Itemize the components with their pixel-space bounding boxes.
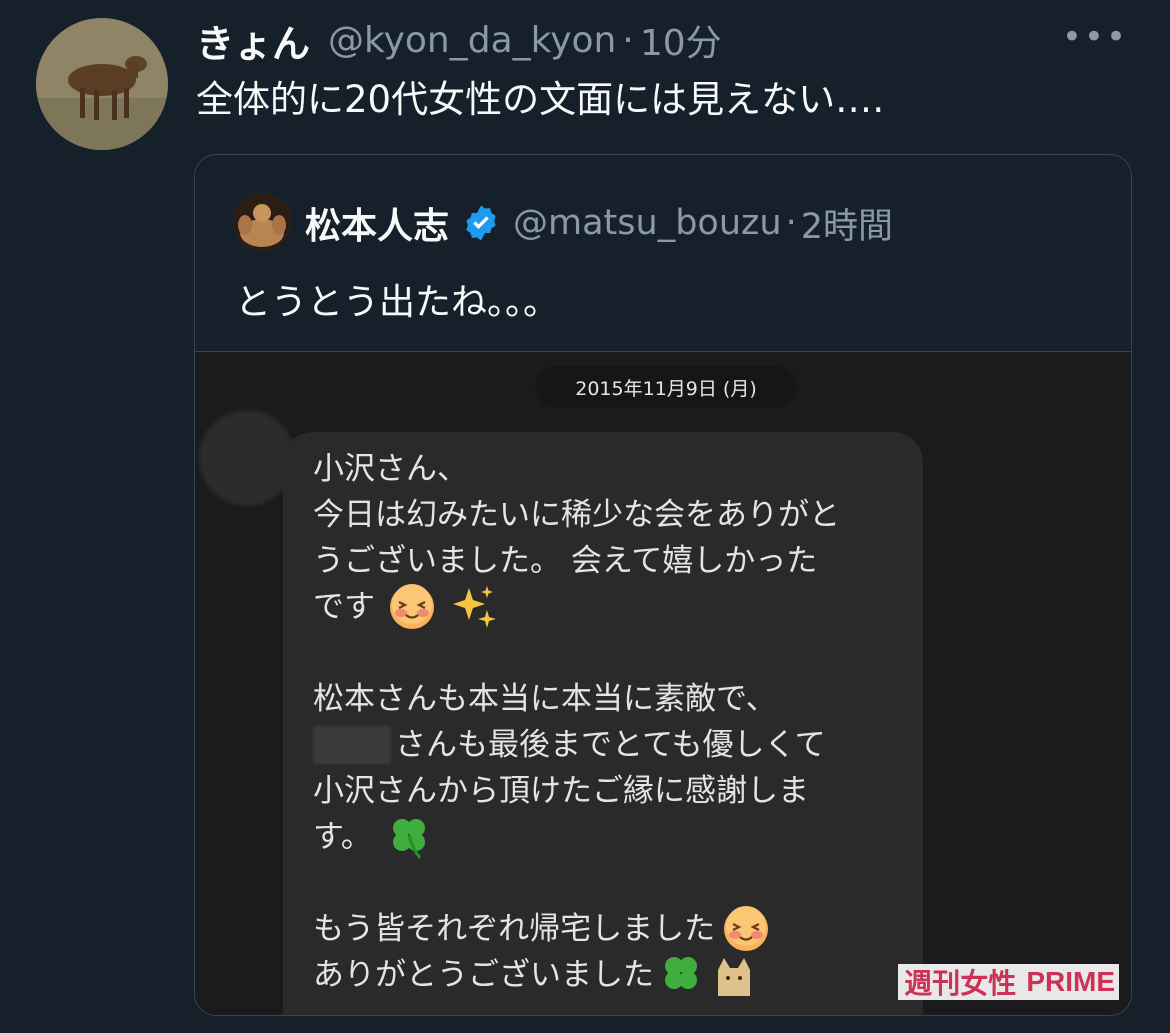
message-line: 今日は幻みたいに稀少な会をありがと [313, 497, 840, 533]
redacted-name [313, 726, 391, 764]
message-line-text: す。 [313, 819, 372, 855]
message-line-text: もう皆それぞれ帰宅しました [313, 911, 716, 947]
message-line [313, 860, 903, 906]
author-name[interactable]: きょん [196, 13, 310, 68]
message-text: 小沢さん、 今日は幻みたいに稀少な会をありがと うございました。 会えて嬉しかっ… [313, 446, 903, 998]
message-line: 松本さんも本当に本当に素敵で、 [313, 681, 777, 717]
message-line: うございました。 会えて嬉しかった [313, 543, 818, 579]
blushing-face-emoji-icon [724, 906, 769, 951]
author-handle[interactable]: @kyon_da_kyon [328, 20, 616, 61]
four-leaf-clover-emoji-icon [392, 819, 425, 859]
message-line-text: です [313, 589, 375, 625]
message-line: ありがとうございました [313, 952, 903, 998]
tweet-text: 全体的に20代女性の文面には見えない‥‥ [196, 78, 885, 121]
message-bubble: 小沢さん、 今日は幻みたいに稀少な会をありがと うございました。 会えて嬉しかっ… [283, 432, 923, 1015]
quoted-tweet-header: 松本人志 @matsu_bouzu · 2時間 [305, 195, 893, 251]
separator-dot: · [622, 19, 634, 61]
blushing-face-emoji-icon [390, 584, 434, 629]
sparkles-emoji-icon [453, 586, 496, 628]
blurred-sender-avatar [199, 410, 295, 506]
tweet-header: きょん @kyon_da_kyon · 10分 [196, 12, 722, 68]
message-line: です [313, 584, 903, 630]
message-line: さんも最後までとても優しくて [313, 722, 903, 768]
quoted-author-avatar[interactable] [233, 193, 291, 251]
user-avatar[interactable] [36, 18, 168, 150]
quoted-author-name[interactable]: 松本人志 [305, 197, 449, 249]
quoted-author-handle[interactable]: @matsu_bouzu [513, 203, 782, 243]
watermark-text: 週刊女性 [898, 964, 1023, 1000]
message-line: す。 [313, 814, 903, 860]
message-line-text: ありがとうございました [313, 957, 654, 993]
watermark-text: PRIME [1022, 964, 1119, 1000]
muscle-figure-image [233, 193, 291, 251]
watermark-logo: 週刊女性 PRIME [898, 964, 1119, 1000]
four-leaf-clover-emoji-icon [665, 957, 697, 989]
cat-emoji-icon [718, 958, 750, 996]
deer-photo [36, 18, 168, 150]
date-separator: 2015年11月9日 (月) [535, 366, 797, 408]
message-line-text: さんも最後までとても優しくて [395, 727, 826, 763]
quoted-tweet-text: とうとう出たね。。。 [235, 282, 560, 323]
message-line: 小沢さん、 [313, 451, 468, 487]
tweet-timestamp[interactable]: 10分 [640, 14, 722, 66]
message-line: 小沢さんから頂けたご縁に感謝しま [313, 773, 809, 809]
more-options-icon[interactable]: ••• [1062, 20, 1128, 54]
message-line: もう皆それぞれ帰宅しました [313, 906, 903, 952]
separator-dot: · [785, 203, 797, 243]
message-line [313, 630, 903, 676]
verified-badge-icon [466, 205, 496, 241]
quoted-tweet[interactable]: 松本人志 @matsu_bouzu · 2時間 とうとう出たね。。。 2015年… [194, 154, 1132, 1016]
quoted-tweet-timestamp[interactable]: 2時間 [801, 198, 893, 249]
attached-image[interactable]: 2015年11月9日 (月) 小沢さん、 今日は幻みたいに稀少な会をありがと う… [195, 351, 1131, 1015]
